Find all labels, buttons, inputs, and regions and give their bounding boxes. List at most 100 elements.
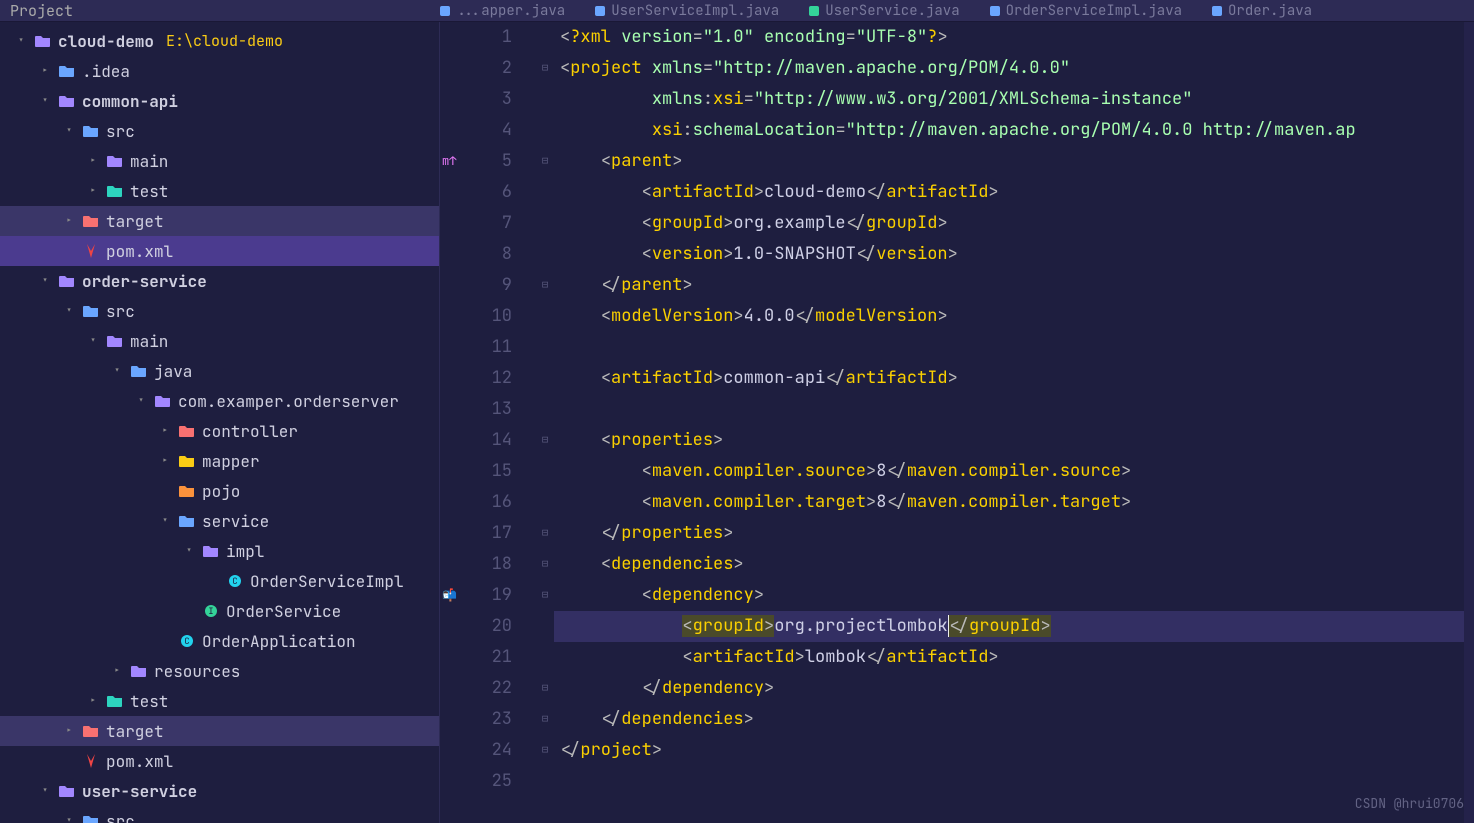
chevron-down-icon[interactable]: ▾: [110, 364, 124, 378]
chevron-down-icon[interactable]: ▾: [182, 544, 196, 558]
chevron-down-icon[interactable]: ▾: [14, 34, 28, 48]
tree-node[interactable]: IOrderService: [0, 596, 439, 626]
fold-column[interactable]: ⊟⊟⊟⊟⊟⊟⊟⊟⊟⊟: [536, 22, 554, 823]
fold-marker[interactable]: ⊟: [536, 270, 554, 301]
line-number[interactable]: 13: [440, 394, 512, 425]
fold-marker[interactable]: ⊟: [536, 518, 554, 549]
line-number[interactable]: 9: [440, 270, 512, 301]
line-number[interactable]: 15: [440, 456, 512, 487]
tree-node[interactable]: ▾common-api: [0, 86, 439, 116]
chevron-right-icon[interactable]: ▸: [62, 724, 76, 738]
tree-node[interactable]: COrderApplication: [0, 626, 439, 656]
tree-node[interactable]: ▸target: [0, 206, 439, 236]
code-line[interactable]: <maven.compiler.source>8</maven.compiler…: [554, 456, 1474, 487]
tree-node[interactable]: ▾impl: [0, 536, 439, 566]
fold-marker[interactable]: ⊟: [536, 580, 554, 611]
tree-node[interactable]: ▸test: [0, 686, 439, 716]
code-line[interactable]: <dependencies>: [554, 549, 1474, 580]
line-number[interactable]: 2: [440, 53, 512, 84]
chevron-right-icon[interactable]: ▸: [86, 694, 100, 708]
tree-node[interactable]: pom.xml: [0, 746, 439, 776]
editor-tab[interactable]: OrderServiceImpl.java: [990, 2, 1182, 20]
tree-node[interactable]: ▾service: [0, 506, 439, 536]
chevron-right-icon[interactable]: ▸: [158, 424, 172, 438]
code-line[interactable]: </project>: [554, 735, 1474, 766]
chevron-right-icon[interactable]: ▸: [86, 154, 100, 168]
editor-tab[interactable]: UserService.java: [809, 2, 959, 20]
chevron-down-icon[interactable]: ▾: [38, 274, 52, 288]
chevron-down-icon[interactable]: ▾: [158, 514, 172, 528]
tree-node[interactable]: ▸target: [0, 716, 439, 746]
tree-node[interactable]: ▾main: [0, 326, 439, 356]
fold-marker[interactable]: ⊟: [536, 673, 554, 704]
code-line[interactable]: </dependencies>: [554, 704, 1474, 735]
tree-node[interactable]: ▾java: [0, 356, 439, 386]
code-line[interactable]: <artifactId>common-api</artifactId>: [554, 363, 1474, 394]
chevron-right-icon[interactable]: ▸: [158, 454, 172, 468]
chevron-down-icon[interactable]: ▾: [38, 94, 52, 108]
fold-marker[interactable]: ⊟: [536, 549, 554, 580]
code-line[interactable]: xmlns:xsi="http://www.w3.org/2001/XMLSch…: [554, 84, 1474, 115]
line-number[interactable]: 7: [440, 208, 512, 239]
line-number[interactable]: 21: [440, 642, 512, 673]
fold-marker[interactable]: ⊟: [536, 146, 554, 177]
tree-node[interactable]: ▸.idea: [0, 56, 439, 86]
code-area[interactable]: <?xml version="1.0" encoding="UTF-8"?><p…: [554, 22, 1474, 823]
tree-node[interactable]: ▸resources: [0, 656, 439, 686]
scrollbar[interactable]: [1464, 22, 1474, 823]
tree-node[interactable]: ▾com.examper.orderserver: [0, 386, 439, 416]
line-number[interactable]: 20: [440, 611, 512, 642]
chevron-down-icon[interactable]: ▾: [38, 784, 52, 798]
chevron-right-icon[interactable]: ▸: [86, 184, 100, 198]
code-line[interactable]: <dependency>: [554, 580, 1474, 611]
tree-node[interactable]: ▾user-service: [0, 776, 439, 806]
line-number[interactable]: 16: [440, 487, 512, 518]
line-number[interactable]: 6: [440, 177, 512, 208]
code-line[interactable]: <?xml version="1.0" encoding="UTF-8"?>: [554, 22, 1474, 53]
editor[interactable]: m↑ 📬 12345678910111213141516171819202122…: [440, 22, 1474, 823]
code-line[interactable]: <groupId>org.projectlombok</groupId>: [554, 611, 1474, 642]
editor-tab[interactable]: ...apper.java: [440, 2, 565, 20]
chevron-right-icon[interactable]: ▸: [62, 214, 76, 228]
line-number[interactable]: 3: [440, 84, 512, 115]
line-number[interactable]: 23: [440, 704, 512, 735]
tree-node[interactable]: ▸main: [0, 146, 439, 176]
fold-marker[interactable]: ⊟: [536, 704, 554, 735]
chevron-down-icon[interactable]: ▾: [134, 394, 148, 408]
editor-tab[interactable]: UserServiceImpl.java: [595, 2, 779, 20]
line-number[interactable]: 18: [440, 549, 512, 580]
editor-tab[interactable]: Order.java: [1212, 2, 1312, 20]
chevron-down-icon[interactable]: ▾: [62, 124, 76, 138]
code-line[interactable]: [554, 766, 1474, 797]
code-line[interactable]: <project xmlns="http://maven.apache.org/…: [554, 53, 1474, 84]
tree-node[interactable]: ▾src: [0, 296, 439, 326]
tree-node[interactable]: ▾cloud-demoE:\cloud-demo: [0, 26, 439, 56]
line-number[interactable]: 17: [440, 518, 512, 549]
tree-node[interactable]: ▸controller: [0, 416, 439, 446]
line-number[interactable]: 12: [440, 363, 512, 394]
tree-node[interactable]: ▸test: [0, 176, 439, 206]
line-number[interactable]: 1: [440, 22, 512, 53]
code-line[interactable]: <parent>: [554, 146, 1474, 177]
line-number[interactable]: 11: [440, 332, 512, 363]
line-number[interactable]: 10: [440, 301, 512, 332]
code-line[interactable]: <modelVersion>4.0.0</modelVersion>: [554, 301, 1474, 332]
line-number[interactable]: 14: [440, 425, 512, 456]
code-line[interactable]: [554, 394, 1474, 425]
tree-node[interactable]: COrderServiceImpl: [0, 566, 439, 596]
tree-node[interactable]: ▾src: [0, 116, 439, 146]
line-number[interactable]: 24: [440, 735, 512, 766]
code-line[interactable]: <artifactId>cloud-demo</artifactId>: [554, 177, 1474, 208]
chevron-down-icon[interactable]: ▾: [86, 334, 100, 348]
fold-marker[interactable]: ⊟: [536, 53, 554, 84]
chevron-down-icon[interactable]: ▾: [62, 814, 76, 823]
line-number[interactable]: 4: [440, 115, 512, 146]
tree-node[interactable]: ▾order-service: [0, 266, 439, 296]
gutter-icon-dependency[interactable]: 📬: [442, 580, 457, 611]
code-line[interactable]: <maven.compiler.target>8</maven.compiler…: [554, 487, 1474, 518]
code-line[interactable]: <properties>: [554, 425, 1474, 456]
chevron-down-icon[interactable]: ▾: [62, 304, 76, 318]
code-line[interactable]: </parent>: [554, 270, 1474, 301]
line-number[interactable]: 25: [440, 766, 512, 797]
chevron-right-icon[interactable]: ▸: [38, 64, 52, 78]
